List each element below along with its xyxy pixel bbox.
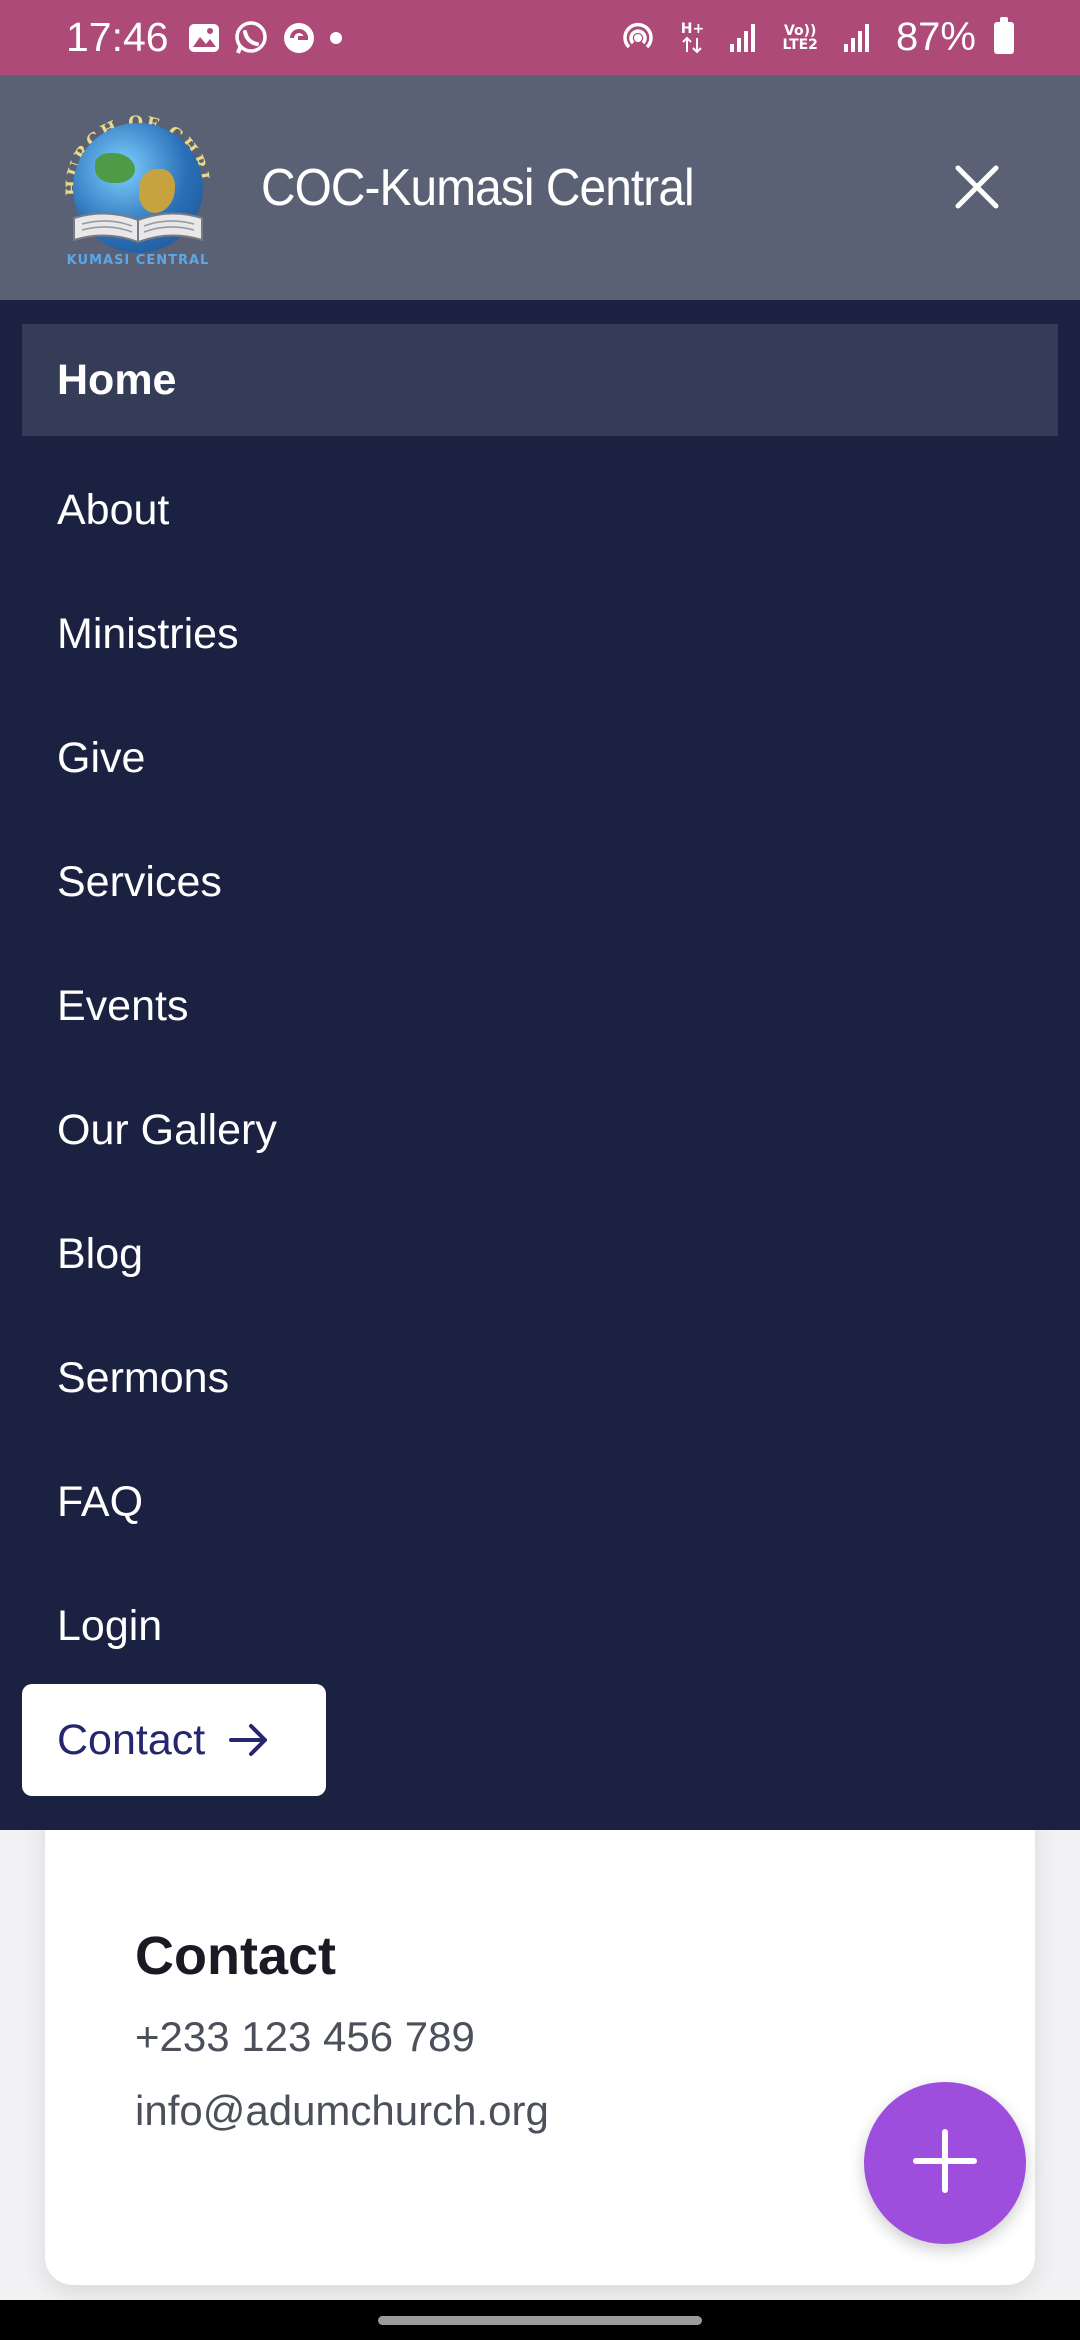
logo-bottom-text: KUMASI CENTRAL [67, 253, 210, 268]
volte-label: Vo)) [783, 22, 817, 39]
navigation-drawer: Home About Ministries Give Services Even… [0, 300, 1080, 1830]
app-icon [281, 20, 317, 56]
status-bar: 17:46 H+ Vo)) LTE2 87% [0, 0, 1080, 75]
brand-title: COC-Kumasi Central [261, 158, 695, 217]
data-arrows-icon: H+ [680, 22, 704, 54]
nav-item-ministries[interactable]: Ministries [22, 572, 1058, 696]
add-fab-button[interactable] [864, 2082, 1026, 2244]
home-gesture-handle[interactable] [378, 2316, 702, 2325]
dot-icon [329, 31, 343, 45]
nav-item-gallery[interactable]: Our Gallery [22, 1068, 1058, 1192]
book-icon [73, 211, 203, 243]
hotspot-icon [620, 20, 656, 56]
nav-item-about[interactable]: About [22, 448, 1058, 572]
lte-label: LTE2 [782, 36, 818, 53]
gallery-icon [187, 21, 221, 55]
signal-icon-2 [842, 22, 872, 54]
contact-card-title: Contact [135, 1926, 336, 1986]
whatsapp-icon [233, 20, 269, 56]
arrow-right-icon [227, 1722, 271, 1758]
nav-item-services[interactable]: Services [22, 820, 1058, 944]
close-menu-button[interactable] [952, 162, 1002, 212]
battery-percent: 87% [895, 15, 976, 59]
battery-icon [994, 16, 1014, 54]
plus-icon [910, 2126, 980, 2201]
close-icon [952, 165, 1002, 216]
system-nav-bar [0, 2300, 1080, 2340]
church-logo[interactable]: CHURCH OF CHRIST KUMASI CENTRAL [60, 110, 216, 268]
status-time: 17:46 [66, 14, 169, 60]
drawer-header: CHURCH OF CHRIST KUMASI CENTRAL COC-Kuma… [0, 75, 1080, 300]
nav-item-faq[interactable]: FAQ [22, 1440, 1058, 1564]
nav-item-home[interactable]: Home [22, 324, 1058, 436]
network-type-label: H+ [680, 20, 705, 37]
volte-icon: Vo)) LTE2 [782, 24, 817, 52]
contact-button-label: Contact [57, 1715, 206, 1764]
contact-phone[interactable]: +233 123 456 789 [135, 2013, 945, 2061]
contact-email[interactable]: info@adumchurch.org [135, 2087, 945, 2135]
contact-button[interactable]: Contact [22, 1684, 326, 1796]
nav-item-events[interactable]: Events [22, 944, 1058, 1068]
nav-item-blog[interactable]: Blog [22, 1192, 1058, 1316]
signal-icon [728, 22, 758, 54]
nav-item-give[interactable]: Give [22, 696, 1058, 820]
nav-item-login[interactable]: Login [22, 1564, 1058, 1688]
nav-list: Home About Ministries Give Services Even… [22, 324, 1058, 1688]
nav-item-sermons[interactable]: Sermons [22, 1316, 1058, 1440]
